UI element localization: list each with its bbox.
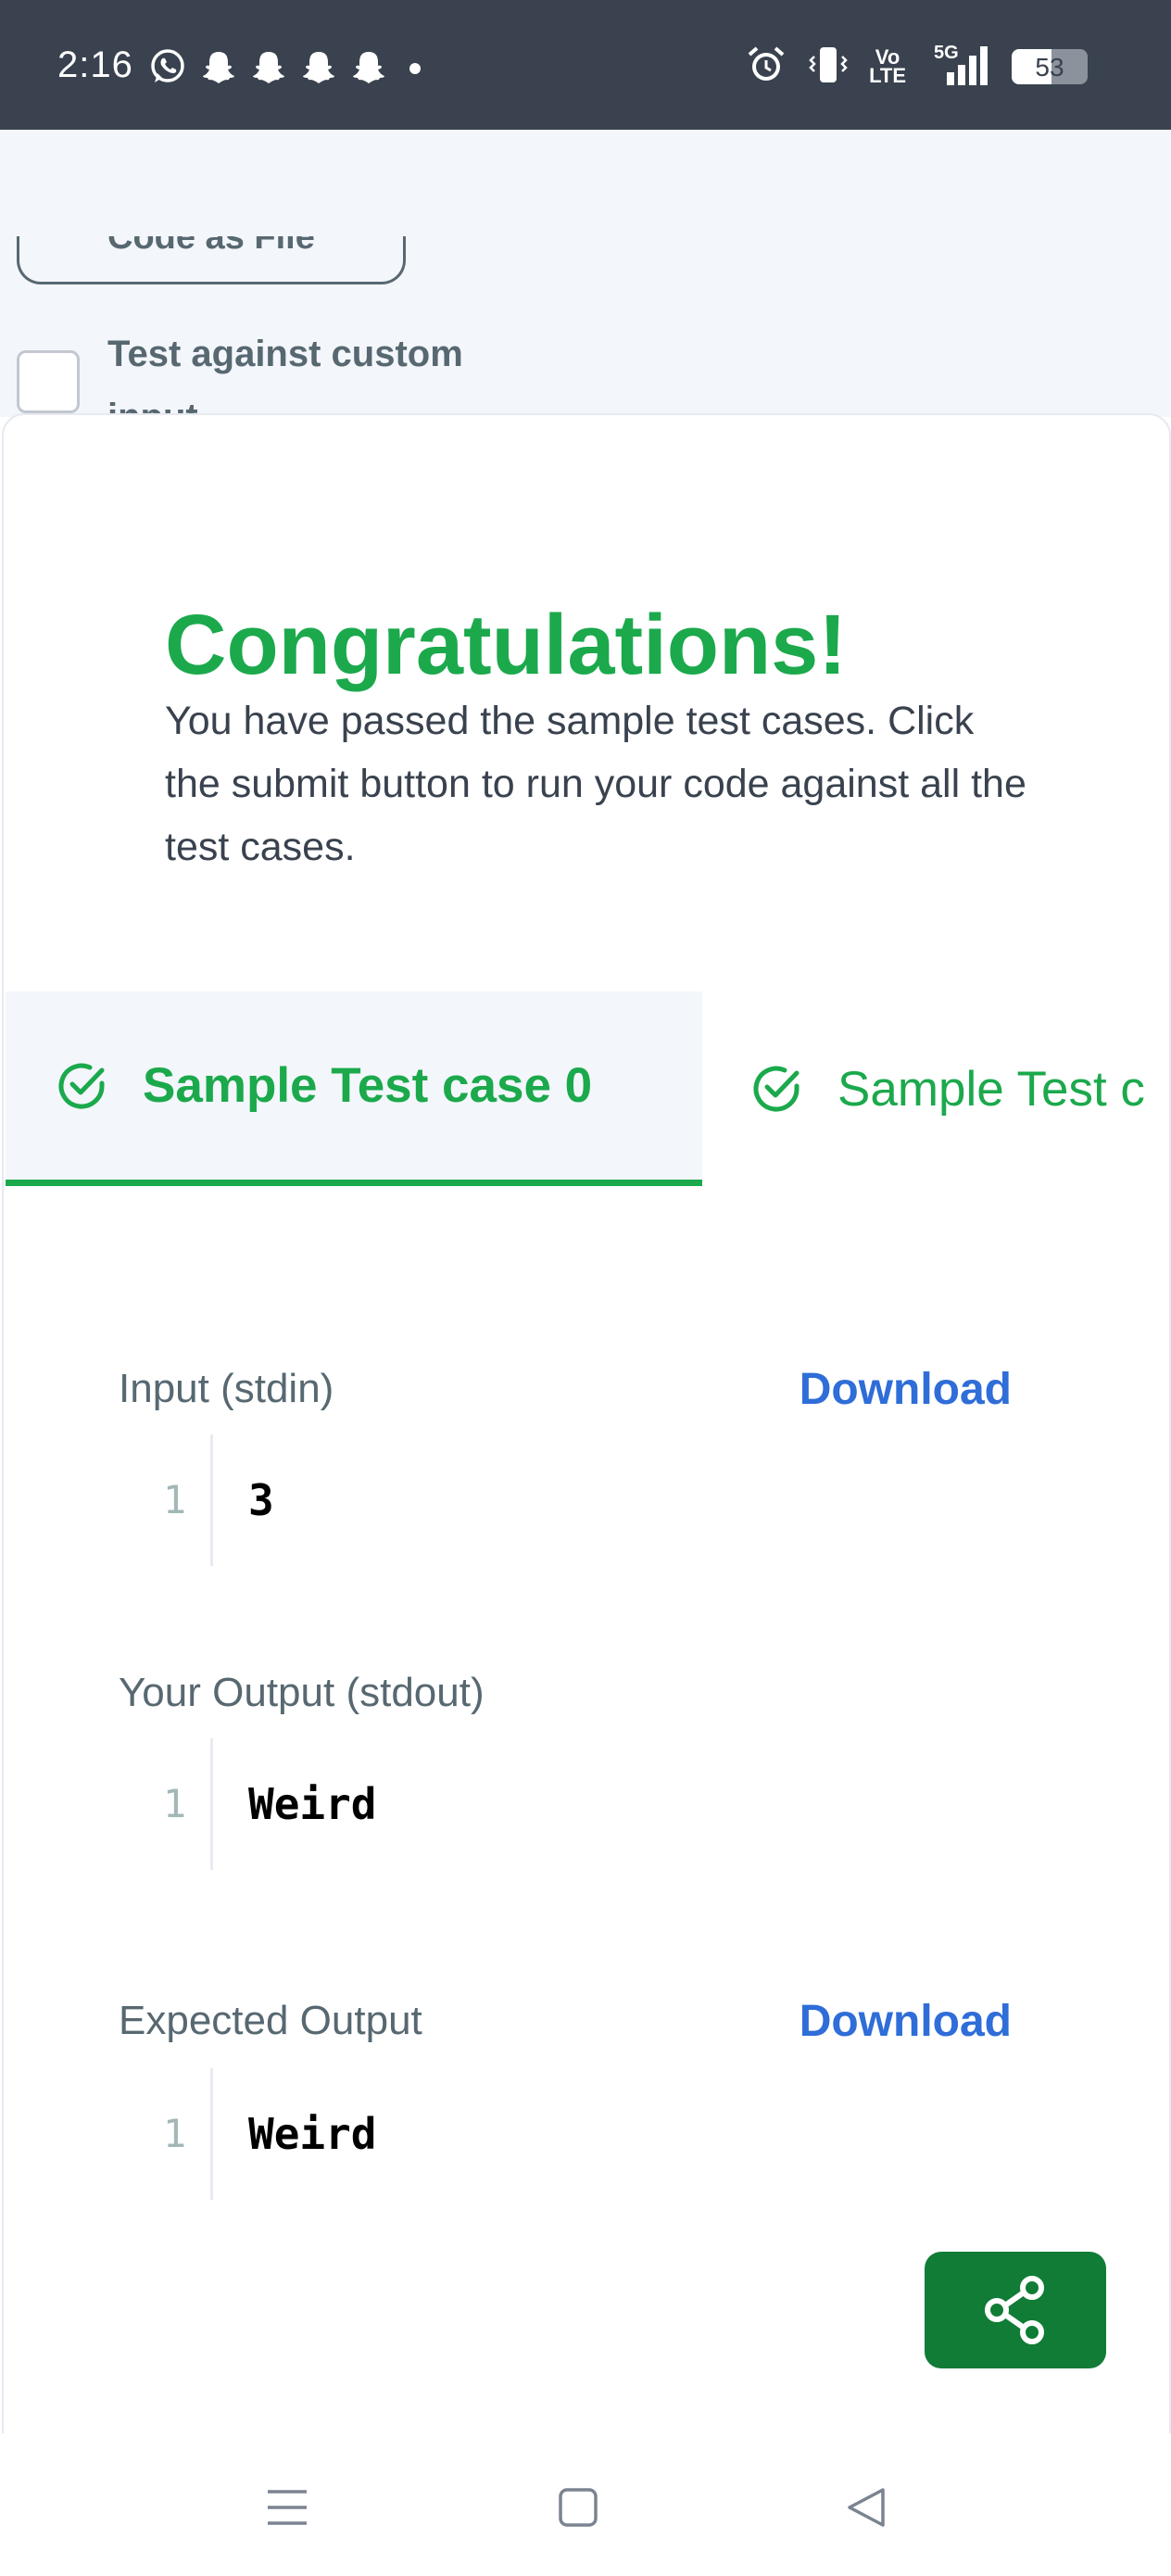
notification-icons [148, 48, 421, 89]
battery-icon: 53 [1012, 49, 1088, 84]
input-download-link[interactable]: Download [800, 1364, 1012, 1415]
back-icon[interactable] [834, 2474, 900, 2541]
your-output-label: Your Output (stdout) [119, 1670, 485, 1715]
volte-icon: Vo LTE [869, 45, 906, 87]
input-value: 3 [248, 1475, 274, 1525]
expected-output-label: Expected Output [119, 1998, 422, 2043]
snapchat-icon [250, 48, 287, 90]
whatsapp-icon [148, 47, 187, 91]
vibrate-icon [808, 44, 849, 91]
tab-label: Sample Test c [837, 1061, 1145, 1117]
alarm-icon [745, 44, 787, 91]
line-number: 1 [139, 1434, 213, 1566]
snapchat-icon [300, 48, 337, 90]
line-number: 1 [139, 2068, 213, 2200]
status-time: 2:16 [57, 44, 133, 85]
system-nav-bar [0, 2433, 1171, 2576]
menu-icon[interactable] [254, 2474, 321, 2541]
result-title: Congratulations! [165, 598, 847, 692]
your-output-value: Weird [248, 1779, 377, 1829]
tab-label: Sample Test case 0 [143, 1058, 593, 1113]
expected-output-download-link[interactable]: Download [800, 1996, 1012, 2047]
dot-icon [409, 63, 421, 74]
check-circle-icon [753, 1066, 800, 1112]
input-label: Input (stdin) [119, 1366, 334, 1411]
snapchat-icon [350, 48, 387, 90]
tab-sample-test-case-1[interactable]: Sample Test c [702, 991, 1171, 1186]
upload-code-button[interactable]: Code as File [17, 236, 406, 284]
snapchat-icon [200, 48, 237, 90]
expected-output-code-block: 1 Weird [139, 2068, 973, 2200]
5g-signal-icon: 5G [926, 43, 991, 89]
share-icon [985, 2276, 1044, 2344]
custom-input-checkbox[interactable] [17, 350, 80, 413]
share-button[interactable] [925, 2252, 1106, 2368]
home-icon[interactable] [545, 2474, 611, 2541]
result-message: You have passed the sample test cases. C… [165, 699, 1026, 869]
system-icons: Vo LTE 5G 53 [745, 43, 1088, 91]
status-bar: 2:16 Vo LTE 5G 53 [0, 0, 1171, 130]
tab-sample-test-case-0[interactable]: Sample Test case 0 [6, 991, 702, 1186]
expected-output-value: Weird [248, 2109, 377, 2159]
line-number: 1 [139, 1738, 213, 1870]
input-code-block: 1 3 [139, 1434, 973, 1566]
editor-options-area: Code as File Test against custom input [0, 130, 1171, 437]
your-output-code-block: 1 Weird [139, 1738, 973, 1870]
check-circle-icon [58, 1063, 105, 1109]
